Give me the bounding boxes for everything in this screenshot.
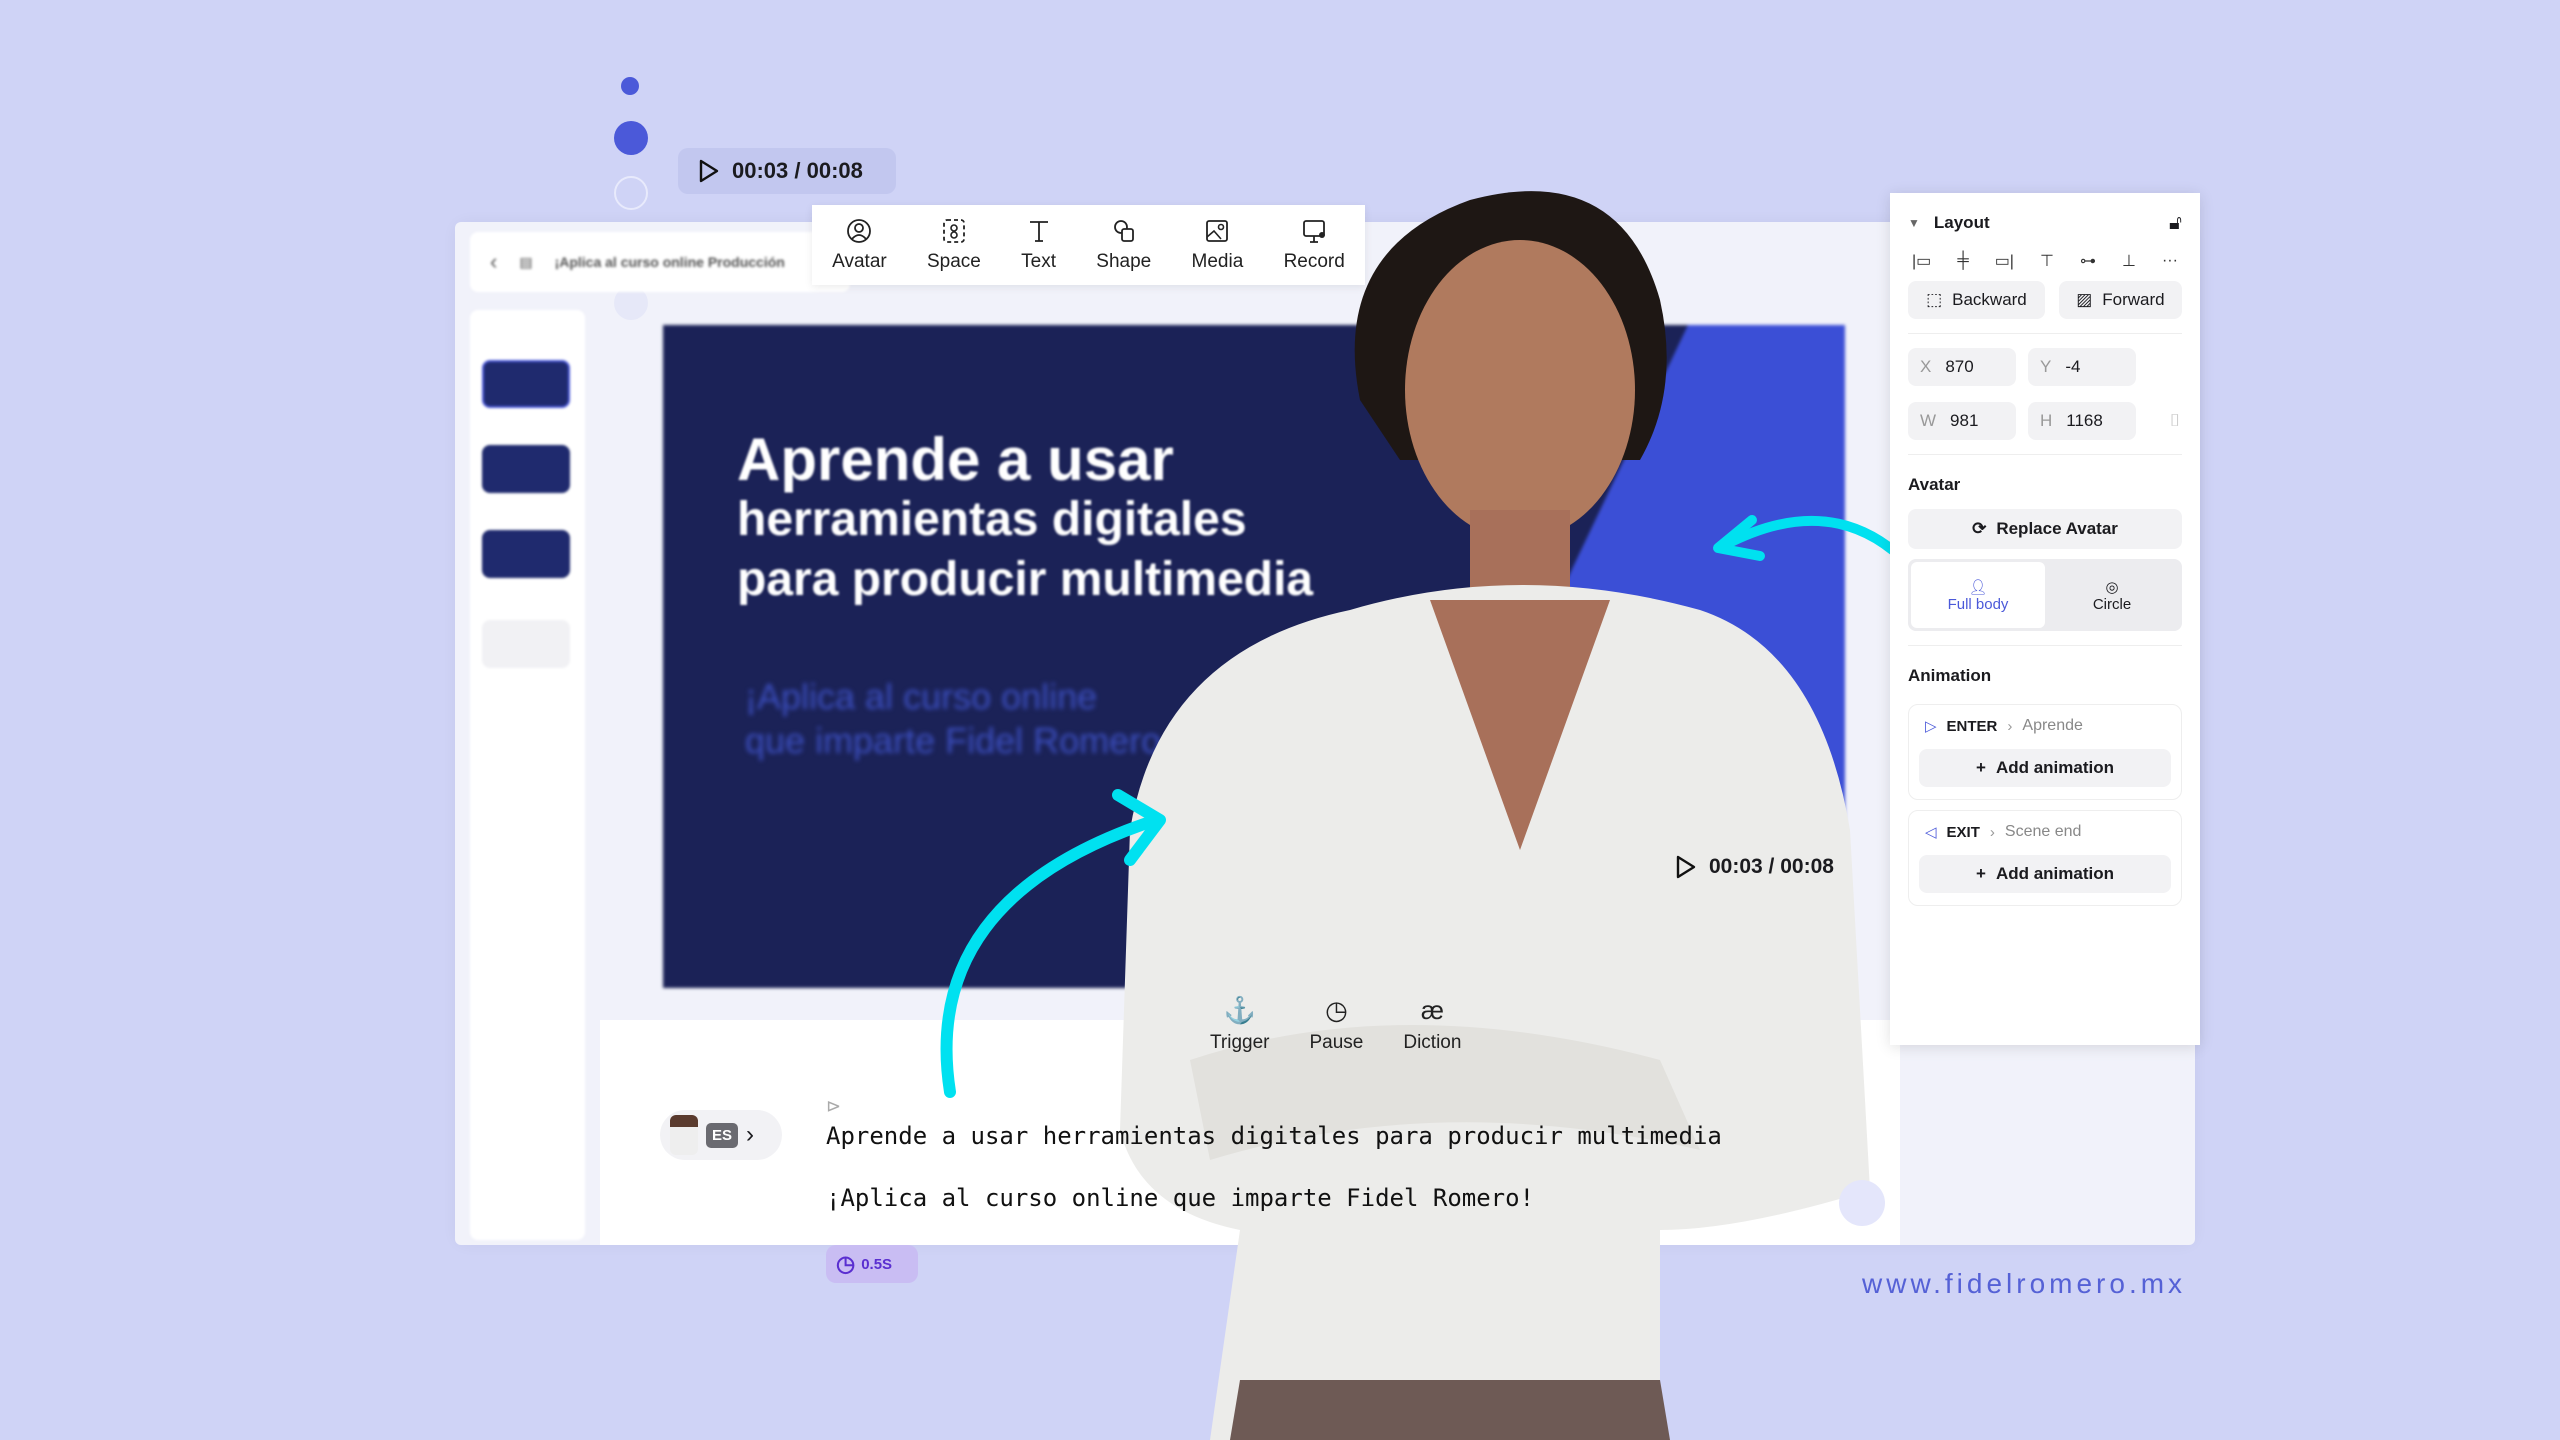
forward-button[interactable]: ▨ Forward — [2058, 281, 2182, 319]
y-field[interactable]: Y -4 — [2028, 348, 2136, 386]
add-enter-animation-button[interactable]: + Add animation — [1919, 749, 2171, 787]
backward-button[interactable]: ⬚ Backward — [1908, 281, 2045, 319]
decor-circle — [1839, 1180, 1885, 1226]
circle-avatar-icon: ◎ — [2105, 578, 2119, 596]
forward-icon: ▨ — [2076, 290, 2093, 309]
align-middle-icon[interactable]: ⊶ — [2080, 251, 2096, 271]
full-body-option[interactable]: 👤︎ Full body — [1911, 562, 2045, 628]
h-field[interactable]: H 1168 — [2028, 402, 2136, 440]
refresh-icon: ⟳ — [1972, 519, 1987, 538]
person-icon: 👤︎ — [1968, 578, 1988, 596]
align-center-h-icon[interactable]: ╪ — [1957, 252, 1968, 270]
align-bottom-icon[interactable]: ⊥ — [2122, 251, 2136, 271]
align-left-icon[interactable]: |▭ — [1912, 251, 1931, 271]
replace-avatar-button[interactable]: ⟳ Replace Avatar — [1908, 509, 2182, 549]
collapse-triangle-icon[interactable]: ▼ — [1908, 216, 1920, 230]
properties-panel: ▼ Layout 🔓︎ |▭ ╪ ▭| ⊤ ⊶ ⊥ ··· ⬚ Backward ▨ Forwar… — [1890, 193, 2200, 1045]
x-field[interactable]: X 870 — [1908, 348, 2016, 386]
enter-icon: ▷ — [1925, 718, 1937, 735]
plus-icon: + — [1976, 758, 1986, 777]
align-tools: |▭ ╪ ▭| ⊤ ⊶ ⊥ ··· — [1912, 251, 2178, 271]
enter-animation: ▷ ENTER › Aprende + Add animation — [1908, 704, 2182, 800]
plus-icon: + — [1976, 864, 1986, 883]
aspect-lock-icon[interactable]: ⌷ — [2170, 411, 2180, 431]
add-exit-animation-button[interactable]: + Add animation — [1919, 855, 2171, 893]
more-icon[interactable]: ··· — [2162, 252, 2178, 270]
website-url: www.fidelromero.mx — [1862, 1268, 2187, 1299]
unlock-icon[interactable]: 🔓︎ — [2169, 212, 2182, 235]
circle-option[interactable]: ◎ Circle — [2045, 562, 2179, 628]
align-top-icon[interactable]: ⊤ — [2040, 251, 2054, 271]
avatar-style-toggle: 👤︎ Full body ◎ Circle — [1908, 559, 2182, 631]
w-field[interactable]: W 981 — [1908, 402, 2016, 440]
backward-icon: ⬚ — [1926, 290, 1943, 309]
align-right-icon[interactable]: ▭| — [1995, 251, 2014, 271]
exit-icon: ◁ — [1925, 824, 1937, 841]
exit-animation: ◁ EXIT › Scene end + Add animation — [1908, 810, 2182, 906]
arrow-to-avatar — [940, 816, 1156, 1098]
